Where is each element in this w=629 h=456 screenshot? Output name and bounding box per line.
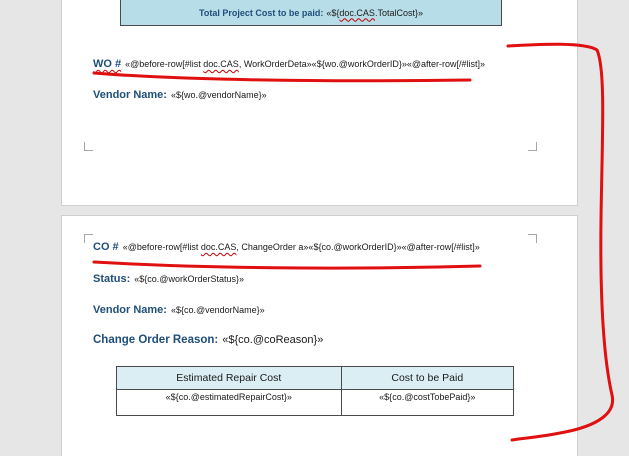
co-reason-line[interactable]: Change Order Reason: «${co.@coReason}» bbox=[93, 334, 323, 346]
table-header-cell[interactable]: Estimated Repair Cost bbox=[116, 366, 342, 390]
vendor-name-merge-field[interactable]: «${wo.@vendorName}» bbox=[171, 90, 267, 100]
margin-corner-mark bbox=[84, 142, 93, 151]
vendor-name-merge-field[interactable]: «${co.@vendorName}» bbox=[171, 305, 265, 315]
table-header-cell[interactable]: Cost to be Paid bbox=[340, 366, 515, 390]
status-line[interactable]: Status: «${co.@workOrderStatus}» bbox=[93, 273, 244, 285]
status-merge-field[interactable]: «${co.@workOrderStatus}» bbox=[134, 274, 244, 284]
table-cell[interactable]: «${co.@estimatedRepairCost}» bbox=[116, 389, 342, 416]
co-line[interactable]: CO # «@before-row[#list doc.CAS, ChangeO… bbox=[93, 241, 480, 253]
merge-field-part: , ChangeOrder a»«${co.@workOrderID}»«@af… bbox=[236, 242, 480, 252]
merge-field-open: «${ bbox=[326, 7, 340, 18]
spellcheck-underlined-text: doc.CAS bbox=[339, 7, 375, 18]
spellcheck-underlined-text: doc.CAS bbox=[200, 242, 237, 252]
merge-field-part: «@before-row[#list bbox=[122, 242, 201, 252]
vendor-name-label: Vendor Name: bbox=[93, 304, 167, 316]
document-page-1[interactable]: Total Project Cost to be paid: «${doc.CA… bbox=[62, 0, 577, 205]
total-cost-banner[interactable]: Total Project Cost to be paid: «${doc.CA… bbox=[120, 0, 502, 26]
co-reason-label: Change Order Reason: bbox=[93, 334, 219, 346]
margin-corner-mark bbox=[528, 142, 537, 151]
co-merge-field[interactable]: «@before-row[#list doc.CAS, ChangeOrder … bbox=[123, 242, 480, 252]
document-page-2[interactable]: CO # «@before-row[#list doc.CAS, ChangeO… bbox=[62, 216, 577, 456]
wo-line[interactable]: WO # «@before-row[#list doc.CAS, WorkOrd… bbox=[93, 58, 485, 70]
spellcheck-underlined-text: doc.CAS bbox=[203, 59, 239, 69]
margin-corner-mark bbox=[528, 234, 537, 243]
total-cost-label: Total Project Cost to be paid: bbox=[199, 7, 324, 18]
merge-field-part: , WorkOrderDeta»«${wo.@workOrderID}»«@af… bbox=[238, 59, 486, 69]
merge-field-part: «@before-row[#list bbox=[125, 59, 204, 69]
cost-table: Estimated Repair Cost Cost to be Paid «$… bbox=[116, 366, 515, 416]
co-label: CO # bbox=[93, 241, 119, 253]
merge-field-close: .TotalCost}» bbox=[374, 7, 423, 18]
co-reason-merge-field[interactable]: «${co.@coReason}» bbox=[222, 334, 323, 346]
total-cost-merge-field[interactable]: «${doc.CAS.TotalCost}» bbox=[326, 8, 423, 18]
vendor-name-label: Vendor Name: bbox=[93, 89, 167, 101]
table-header-row: Estimated Repair Cost Cost to be Paid bbox=[116, 366, 515, 390]
co-vendor-line[interactable]: Vendor Name: «${co.@vendorName}» bbox=[93, 304, 265, 316]
wo-merge-field[interactable]: «@before-row[#list doc.CAS, WorkOrderDet… bbox=[125, 59, 485, 69]
status-label: Status: bbox=[93, 273, 131, 285]
margin-corner-mark bbox=[84, 234, 93, 243]
wo-vendor-line[interactable]: Vendor Name: «${wo.@vendorName}» bbox=[93, 89, 267, 101]
wo-label: WO # bbox=[93, 58, 122, 70]
table-row: «${co.@estimatedRepairCost}» «${co.@cost… bbox=[116, 389, 515, 416]
table-cell[interactable]: «${co.@costTobePaid}» bbox=[340, 389, 515, 416]
